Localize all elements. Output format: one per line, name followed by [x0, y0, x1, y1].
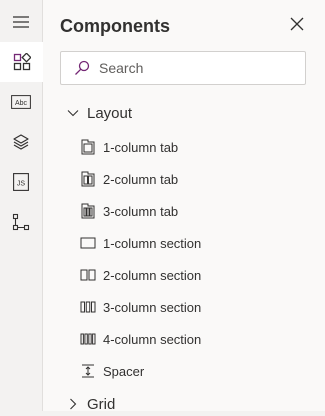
component-label: 2-column section	[103, 267, 202, 283]
three-column-section-icon	[80, 299, 96, 315]
one-column-tab-icon	[80, 139, 96, 155]
component-item-1-column-tab[interactable]: 1-column tab	[80, 134, 310, 160]
component-label: 3-column tab	[103, 203, 179, 219]
component-label: 2-column tab	[103, 171, 179, 187]
group-label-grid: Grid	[87, 395, 116, 413]
component-item-2-column-section[interactable]: 2-column section	[80, 262, 310, 288]
spacer-icon	[80, 363, 96, 379]
four-column-section-icon	[80, 331, 96, 347]
one-column-section-icon	[80, 235, 96, 251]
js-icon-label: JS	[17, 181, 26, 188]
component-label: 1-column section	[103, 235, 202, 251]
component-item-spacer[interactable]: Spacer	[80, 358, 310, 384]
panel-title: Components	[60, 16, 170, 36]
close-icon	[290, 17, 304, 36]
components-panel: Components Layout 1-column tab	[43, 0, 325, 413]
js-icon: JS	[13, 173, 29, 191]
component-label: 3-column section	[103, 299, 202, 315]
hamburger-menu-button[interactable]	[0, 2, 42, 42]
text-field-icon-label: Abc	[15, 100, 28, 107]
rail-scripts-button[interactable]: JS	[0, 162, 42, 202]
component-item-1-column-section[interactable]: 1-column section	[80, 230, 310, 256]
component-item-3-column-tab[interactable]: 3-column tab	[80, 198, 310, 224]
hamburger-menu-icon	[12, 15, 30, 29]
layers-icon	[12, 133, 30, 151]
tree-view-icon	[12, 213, 30, 231]
component-item-4-column-section[interactable]: 4-column section	[80, 326, 310, 352]
text-field-icon: Abc	[11, 95, 31, 109]
component-label: 1-column tab	[103, 139, 179, 155]
left-rail: Abc JS	[0, 0, 43, 411]
three-column-tab-icon	[80, 203, 96, 219]
group-label-layout: Layout	[87, 104, 133, 122]
component-label: Spacer	[103, 363, 145, 379]
two-column-tab-icon	[80, 171, 96, 187]
chevron-down-icon	[66, 106, 80, 120]
chevron-right-icon	[66, 397, 80, 411]
search-box[interactable]	[60, 51, 306, 85]
rail-tree-view-button[interactable]	[0, 202, 42, 242]
component-label: 4-column section	[103, 331, 202, 347]
search-input[interactable]	[99, 60, 289, 76]
component-item-3-column-section[interactable]: 3-column section	[80, 294, 310, 320]
group-header-grid[interactable]: Grid	[66, 392, 115, 416]
group-header-layout[interactable]: Layout	[66, 101, 132, 125]
search-icon	[73, 59, 91, 77]
component-item-2-column-tab[interactable]: 2-column tab	[80, 166, 310, 192]
rail-text-fields-button[interactable]: Abc	[0, 82, 42, 122]
components-icon	[13, 53, 31, 71]
rail-components-button[interactable]	[0, 42, 43, 82]
two-column-section-icon	[80, 267, 96, 283]
rail-layers-button[interactable]	[0, 122, 42, 162]
close-button[interactable]	[287, 16, 307, 36]
